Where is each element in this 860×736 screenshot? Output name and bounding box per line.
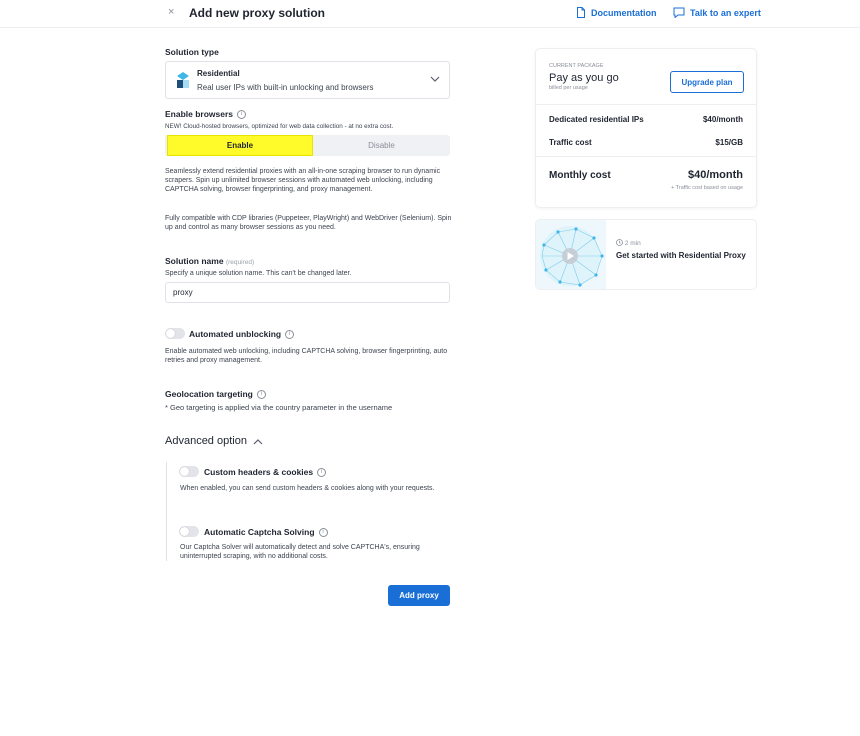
enable-browsers-label: Enable browsers: [165, 109, 234, 119]
custom-headers-label: Custom headers & cookies: [204, 467, 314, 477]
captcha-solving-heading: Automatic Captcha Solving i: [204, 527, 328, 538]
automated-unblocking-heading: Automated unblocking i: [189, 329, 295, 340]
enable-option[interactable]: Enable: [167, 135, 313, 156]
geolocation-heading: Geolocation targeting i: [165, 389, 266, 400]
video-duration-label: 2 min: [624, 240, 641, 247]
custom-headers-toggle[interactable]: [179, 466, 199, 477]
monthly-cost-label: Monthly cost: [549, 170, 611, 181]
captcha-solving-description: Our Captcha Solver will automatically de…: [180, 544, 420, 561]
geolocation-note: * Geo targeting is applied via the count…: [165, 403, 393, 412]
solution-type-select[interactable]: Residential Real user IPs with built-in …: [165, 61, 450, 99]
automated-unblocking-label: Automated unblocking: [189, 329, 282, 339]
chevron-up-icon: [253, 438, 263, 444]
browsers-description-1: Seamlessly extend residential proxies wi…: [165, 168, 441, 194]
divider: [536, 156, 756, 157]
page-title: Add new proxy solution: [189, 6, 326, 20]
expert-label: Talk to an expert: [690, 7, 761, 18]
info-icon[interactable]: i: [285, 330, 295, 340]
browsers-toggle-group: Enable Disable: [165, 135, 450, 156]
captcha-solving-toggle[interactable]: [179, 526, 199, 537]
browsers-description-2: Fully compatible with CDP libraries (Pup…: [165, 215, 452, 232]
solution-type-description: Real user IPs with built-in unlocking an…: [197, 83, 374, 92]
chat-icon: [673, 7, 685, 18]
captcha-solving-label: Automatic Captcha Solving: [204, 527, 315, 537]
close-icon[interactable]: ×: [168, 6, 174, 18]
monthly-cost-value: $40/month: [687, 169, 743, 181]
row-label: Traffic cost: [549, 138, 592, 147]
upgrade-plan-button[interactable]: Upgrade plan: [670, 71, 744, 93]
chevron-down-icon: [430, 76, 440, 82]
browsers-note: NEW! Cloud-hosted browsers, optimized fo…: [165, 123, 394, 130]
residential-icon: [177, 72, 189, 88]
add-proxy-button[interactable]: Add proxy: [388, 585, 450, 606]
solution-type-title: Residential: [197, 69, 240, 78]
row-value: $15/GB: [715, 138, 743, 147]
talk-to-expert-link[interactable]: Talk to an expert: [673, 7, 761, 18]
required-tag: (required): [225, 259, 255, 266]
info-icon[interactable]: i: [256, 390, 266, 400]
advanced-divider: [166, 462, 167, 561]
disable-option[interactable]: Disable: [313, 135, 450, 156]
package-name: Pay as you go: [549, 72, 619, 84]
divider: [536, 104, 756, 105]
advanced-option-toggle[interactable]: Advanced option: [165, 435, 263, 447]
info-icon[interactable]: i: [317, 468, 327, 478]
automated-unblocking-description: Enable automated web unlocking, includin…: [165, 348, 448, 365]
globe-thumbnail: [536, 220, 606, 289]
row-label: Dedicated residential IPs: [549, 115, 644, 124]
row-value: $40/month: [702, 115, 743, 124]
top-bar: × Add new proxy solution Documentation T…: [0, 0, 860, 28]
solution-type-label: Solution type: [165, 47, 219, 57]
custom-headers-heading: Custom headers & cookies i: [204, 467, 327, 478]
documentation-link[interactable]: Documentation: [576, 7, 657, 18]
documentation-label: Documentation: [591, 7, 657, 18]
monthly-cost-note: + Traffic cost based on usage: [671, 185, 743, 191]
globe-icon: [540, 226, 604, 287]
custom-headers-description: When enabled, you can send custom header…: [180, 485, 435, 492]
package-billing: billed per usage: [549, 85, 588, 91]
solution-name-hint: Specify a unique solution name. This can…: [165, 270, 352, 277]
clock-icon: [616, 239, 623, 246]
advanced-option-label: Advanced option: [165, 435, 247, 447]
video-title: Get started with Residential Proxy: [616, 251, 746, 260]
solution-name-input[interactable]: proxy: [165, 282, 450, 303]
video-card[interactable]: 2 min Get started with Residential Proxy: [535, 219, 757, 290]
automated-unblocking-toggle[interactable]: [165, 328, 185, 339]
geolocation-label: Geolocation targeting: [165, 389, 253, 399]
solution-name-heading: Solution name (required): [165, 256, 254, 266]
solution-name-label: Solution name: [165, 256, 224, 266]
document-icon: [577, 7, 585, 18]
current-package-label: CURRENT PACKAGE: [549, 63, 604, 69]
info-icon[interactable]: i: [237, 110, 247, 120]
enable-browsers-heading: Enable browsers i: [165, 109, 247, 120]
info-icon[interactable]: i: [318, 528, 328, 538]
video-duration: 2 min: [616, 239, 641, 247]
current-package-card: CURRENT PACKAGE Pay as you go billed per…: [535, 48, 757, 208]
